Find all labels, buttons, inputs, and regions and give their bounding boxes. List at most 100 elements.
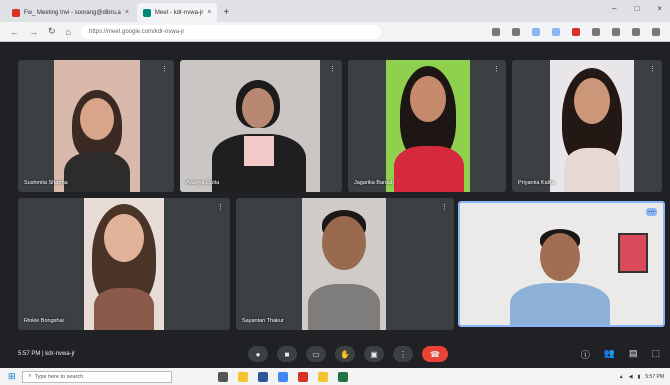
captions-button[interactable]: ▭ <box>306 346 326 362</box>
close-icon[interactable]: × <box>125 9 129 16</box>
participant-tile-self[interactable]: ⋯ <box>458 201 665 327</box>
side-controls: ⓘ 👥 ▤ ⬚ <box>581 348 660 361</box>
camera-icon: ■ <box>284 349 290 359</box>
search-icon: ⌕ <box>28 373 32 379</box>
meeting-separator: | <box>42 351 44 357</box>
extension-icon[interactable] <box>512 27 520 36</box>
task-view-icon[interactable] <box>217 371 228 382</box>
meet-control-bar: 5:57 PM | kdr-nvwa-jr ● ■ ▭ ✋ ▣ ⋮ ☎ ⓘ 👥 … <box>0 340 670 368</box>
chrome-icon[interactable] <box>277 371 288 382</box>
url-text: https://meet.google.com/kdr-nvwa-jr <box>88 28 185 35</box>
maximize-icon[interactable]: □ <box>634 4 639 13</box>
call-end-icon: ☎ <box>430 349 440 359</box>
leave-call-button[interactable]: ☎ <box>422 346 448 362</box>
more-options-icon[interactable]: ⋮ <box>441 203 448 211</box>
participant-video <box>302 198 386 330</box>
participant-video <box>550 60 634 192</box>
participant-tile[interactable]: ⋮ Jagarika Baruah <box>348 60 506 192</box>
battery-icon[interactable]: ▮ <box>638 374 641 380</box>
taskbar-clock[interactable]: 5:57 PM <box>645 374 664 380</box>
profile-icon[interactable] <box>632 27 640 36</box>
tab-label: Fw_ Meeting Invi - soorang@dibru.a <box>24 9 121 16</box>
more-vert-icon: ⋮ <box>399 349 407 359</box>
call-controls: ● ■ ▭ ✋ ▣ ⋮ ☎ <box>248 346 448 362</box>
participant-name: Sayantan Thakur <box>242 318 284 324</box>
more-options-button[interactable]: ⋮ <box>393 346 413 362</box>
taskbar-search[interactable]: ⌕ Type here to search <box>21 370 172 383</box>
participant-video <box>180 60 320 192</box>
minimize-icon[interactable]: – <box>612 4 616 13</box>
raise-hand-button[interactable]: ✋ <box>335 346 355 362</box>
home-icon[interactable]: ⌂ <box>66 27 71 37</box>
taskbar-apps <box>217 371 348 382</box>
pdf-icon[interactable] <box>297 371 308 382</box>
participant-tile[interactable]: ⋮ Ananya Dutta <box>180 60 342 192</box>
forward-icon[interactable]: → <box>29 27 38 37</box>
participant-name: Ananya Dutta <box>186 180 220 186</box>
meeting-details: 5:57 PM | kdr-nvwa-jr <box>18 351 75 357</box>
browser-tab-meet[interactable]: Meet - kdr-nvwa-jr × <box>136 3 218 22</box>
mic-button[interactable]: ● <box>248 346 268 362</box>
present-button[interactable]: ▣ <box>364 346 384 362</box>
participant-name: Jagarika Baruah <box>354 180 395 186</box>
participant-name: Priyanka Kalita <box>518 180 555 186</box>
close-window-icon[interactable]: × <box>657 4 662 13</box>
gmail-icon <box>12 8 20 17</box>
more-options-icon[interactable]: ⋮ <box>649 65 656 73</box>
participant-tile[interactable]: ⋮ Sayantan Thakur <box>236 198 454 330</box>
address-bar-row: ← → ↻ ⌂ https://meet.google.com/kdr-nvwa… <box>0 22 670 42</box>
network-icon[interactable]: ▲ <box>619 374 624 380</box>
more-options-icon[interactable]: ⋮ <box>217 203 224 211</box>
captions-icon: ▭ <box>312 349 320 359</box>
windows-start-icon[interactable]: ⊞ <box>8 371 16 382</box>
extension-icon[interactable] <box>592 27 600 36</box>
browser-tab-gmail[interactable]: Fw_ Meeting Invi - soorang@dibru.a × <box>6 3 135 22</box>
file-explorer-icon[interactable] <box>237 371 248 382</box>
self-video <box>460 203 663 325</box>
people-icon[interactable]: 👥 <box>604 348 615 361</box>
taskbar-search-placeholder: Type here to search <box>34 373 84 380</box>
volume-icon[interactable]: ◀ <box>629 374 633 380</box>
windows-taskbar: ⊞ ⌕ Type here to search ▲ ◀ ▮ 5:57 PM <box>0 368 670 385</box>
participant-tile[interactable]: ⋮ Rinkie Bongshai <box>18 198 230 330</box>
system-tray: ▲ ◀ ▮ 5:57 PM <box>619 374 664 380</box>
camera-button[interactable]: ■ <box>277 346 297 362</box>
app-icon[interactable] <box>317 371 328 382</box>
close-icon[interactable]: × <box>207 9 211 16</box>
excel-icon[interactable] <box>337 371 348 382</box>
participant-video <box>84 198 164 330</box>
more-options-icon[interactable]: ⋯ <box>646 208 657 216</box>
extension-icon[interactable] <box>532 27 540 36</box>
activities-icon[interactable]: ⬚ <box>651 348 660 361</box>
url-field[interactable]: https://meet.google.com/kdr-nvwa-jr <box>80 24 381 39</box>
extension-icon[interactable] <box>492 27 500 36</box>
participant-name: Sushmita Sharma <box>24 180 68 186</box>
participant-video <box>386 60 470 192</box>
reload-icon[interactable]: ↻ <box>48 26 56 37</box>
extension-icon[interactable] <box>612 27 620 36</box>
browser-tab-strip: Fw_ Meeting Invi - soorang@dibru.a × Mee… <box>0 0 670 22</box>
participant-tile[interactable]: ⋮ Sushmita Sharma <box>18 60 174 192</box>
more-options-icon[interactable]: ⋮ <box>493 65 500 73</box>
new-tab-button[interactable]: + <box>223 7 229 18</box>
participant-name: Rinkie Bongshai <box>24 318 64 324</box>
mic-icon: ● <box>255 349 261 359</box>
present-icon: ▣ <box>370 349 378 359</box>
extension-icon[interactable] <box>552 27 560 36</box>
tab-label: Meet - kdr-nvwa-jr <box>154 9 204 16</box>
word-icon[interactable] <box>257 371 268 382</box>
more-options-icon[interactable]: ⋮ <box>161 65 168 73</box>
participant-tile[interactable]: ⋮ Priyanka Kalita <box>512 60 662 192</box>
more-options-icon[interactable]: ⋮ <box>329 65 336 73</box>
meet-icon <box>142 8 151 17</box>
participant-video <box>54 60 140 192</box>
meeting-code: kdr-nvwa-jr <box>45 351 75 357</box>
info-icon[interactable]: ⓘ <box>581 348 590 361</box>
back-icon[interactable]: ← <box>10 27 19 37</box>
chat-icon[interactable]: ▤ <box>629 348 638 361</box>
hand-icon: ✋ <box>340 349 350 359</box>
menu-icon[interactable] <box>652 27 660 36</box>
window-controls: – □ × <box>612 4 662 13</box>
meet-video-grid: ⋮ Sushmita Sharma ⋮ Ananya Dutta ⋮ Jagar… <box>0 42 670 340</box>
extension-icon[interactable] <box>572 27 580 36</box>
